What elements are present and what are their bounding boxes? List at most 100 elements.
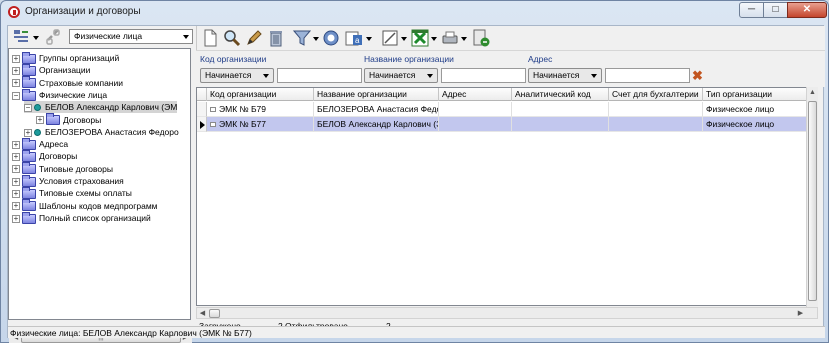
- properties-dropdown-icon[interactable]: [400, 29, 408, 47]
- minimize-button[interactable]: ─: [739, 2, 764, 18]
- tree-item[interactable]: + Типовые схемы оплаты: [12, 187, 132, 200]
- tree-item[interactable]: + Группы организаций: [12, 51, 120, 64]
- tree-item[interactable]: + Договоры: [36, 113, 102, 126]
- tree-item[interactable]: + Страховые компании: [12, 76, 123, 89]
- expand-icon[interactable]: +: [12, 214, 20, 223]
- folder-icon: [22, 187, 36, 200]
- dropdown-arrow-icon[interactable]: [32, 28, 40, 46]
- column-header-org-type[interactable]: Тип организации: [703, 88, 817, 101]
- filter-address-input[interactable]: [605, 68, 690, 83]
- expand-icon[interactable]: +: [12, 202, 20, 211]
- expand-icon[interactable]: +: [36, 116, 44, 125]
- filter-icon[interactable]: [293, 29, 311, 47]
- maximize-button[interactable]: □: [763, 2, 788, 18]
- format-dropdown-icon[interactable]: [365, 29, 373, 47]
- client-area: Физические лица + Группы организаций + Орга…: [7, 25, 825, 343]
- column-header-code[interactable]: Код организации: [207, 88, 314, 101]
- cell-org-type: Физическое лицо: [703, 117, 817, 132]
- table-row[interactable]: ЭМК № Б79 БЕЛОЗЕРОВА Анастасия Федор Физ…: [197, 102, 817, 117]
- column-header-address[interactable]: Адрес: [439, 88, 512, 101]
- filter-name-input[interactable]: [441, 68, 526, 83]
- organizations-grid[interactable]: Код организации Название организации Адр…: [196, 87, 818, 306]
- tree-item[interactable]: + Шаблоны кодов медпрограмм: [12, 199, 158, 212]
- tree-view-icon[interactable]: [12, 28, 30, 46]
- grid-horizontal-thumb[interactable]: [209, 309, 220, 318]
- tree-item[interactable]: + Полный список организаций: [12, 211, 151, 224]
- print-icon[interactable]: [441, 29, 459, 47]
- new-document-icon[interactable]: [201, 29, 219, 47]
- link-icon[interactable]: [44, 28, 62, 46]
- cell-code-text: ЭМК № Б79: [219, 104, 267, 114]
- scroll-left-icon[interactable]: ◀: [197, 309, 208, 319]
- column-header-account[interactable]: Счет для бухгалтерии: [609, 88, 703, 101]
- folder-icon: [22, 150, 36, 163]
- filter-address-mode-select[interactable]: Начинается: [528, 68, 602, 83]
- main-window: Организации и договоры ─ □ ✕ Физические …: [0, 0, 829, 343]
- expand-icon[interactable]: +: [12, 79, 20, 88]
- expand-icon[interactable]: +: [24, 128, 32, 137]
- tree-item[interactable]: − БЕЛОВ Александр Карлович (ЭМ: [24, 101, 178, 114]
- row-indicator[interactable]: [197, 117, 207, 132]
- row-checkbox[interactable]: [210, 107, 216, 113]
- expand-icon[interactable]: +: [12, 177, 20, 186]
- expand-icon[interactable]: +: [12, 67, 20, 76]
- tree-item[interactable]: + Типовые договоры: [12, 162, 113, 175]
- grid-horizontal-scrollbar[interactable]: ◀ ▶: [196, 307, 818, 319]
- expand-icon[interactable]: +: [12, 153, 20, 162]
- tree-item-label: Группы организаций: [39, 53, 120, 63]
- filter-name-mode-select[interactable]: Начинается: [364, 68, 438, 83]
- tree-item-label: Типовые схемы оплаты: [39, 188, 132, 199]
- grid-vertical-thumb[interactable]: [808, 101, 817, 301]
- tree-item[interactable]: + Адреса: [12, 137, 68, 150]
- row-indicator-header: [197, 88, 207, 101]
- cell-code-text: ЭМК № Б77: [219, 119, 267, 129]
- tree-item[interactable]: − Физические лица: [12, 88, 107, 101]
- chevron-down-icon: [263, 74, 269, 78]
- clear-filter-icon[interactable]: ✖: [692, 69, 704, 82]
- grid-vertical-scrollbar[interactable]: ▲ ▼: [806, 87, 818, 319]
- refresh-icon[interactable]: [322, 29, 340, 47]
- column-header-analytic-code[interactable]: Аналитический код: [512, 88, 609, 101]
- close-button[interactable]: ✕: [787, 2, 827, 18]
- column-header-name[interactable]: Название организации: [314, 88, 439, 101]
- tree-item[interactable]: + Договоры: [12, 150, 77, 163]
- expand-icon[interactable]: +: [12, 140, 20, 149]
- table-row[interactable]: ЭМК № Б77 БЕЛОВ Александр Карлович (Э Фи…: [197, 117, 817, 132]
- scroll-right-icon[interactable]: ▶: [795, 309, 806, 319]
- organizations-tree[interactable]: + Группы организаций + Организации + Страховы…: [8, 48, 192, 343]
- tree-item-label: Договоры: [63, 114, 102, 125]
- search-icon[interactable]: [223, 29, 241, 47]
- filter-code-input[interactable]: [277, 68, 362, 83]
- folder-icon: [22, 64, 36, 77]
- text-format-icon[interactable]: a: [345, 29, 363, 47]
- collapse-icon[interactable]: −: [24, 103, 32, 112]
- expand-icon[interactable]: +: [12, 165, 20, 174]
- tree-item[interactable]: + Условия страхования: [12, 174, 124, 187]
- person-type-select[interactable]: Физические лица: [69, 29, 193, 44]
- filter-code-mode-select[interactable]: Начинается: [200, 68, 274, 83]
- tree-item-label: Типовые договоры: [39, 163, 113, 174]
- row-checkbox[interactable]: [210, 122, 216, 128]
- delete-trash-icon[interactable]: [267, 29, 285, 47]
- status-text: Физические лица: БЕЛОВ Александр Карлови…: [10, 328, 252, 338]
- export-dropdown-icon[interactable]: [430, 29, 438, 47]
- print-dropdown-icon[interactable]: [460, 29, 468, 47]
- tree-item-label: Страховые компании: [39, 77, 123, 88]
- edit-pen-icon[interactable]: [245, 29, 263, 47]
- excel-export-icon[interactable]: [411, 29, 429, 47]
- exit-icon[interactable]: [472, 29, 490, 47]
- person-type-value: Физические лица: [74, 31, 143, 41]
- tree-item-label: БЕЛОЗЕРОВА Анастасия Федоро: [45, 126, 179, 137]
- filter-dropdown-icon[interactable]: [312, 29, 320, 47]
- row-indicator[interactable]: [197, 102, 207, 117]
- tree-item[interactable]: + Организации: [12, 64, 90, 77]
- properties-icon[interactable]: [381, 29, 399, 47]
- expand-icon[interactable]: +: [12, 54, 20, 63]
- cell-org-type: Физическое лицо: [703, 102, 817, 117]
- folder-icon: [22, 211, 36, 224]
- tree-item[interactable]: + БЕЛОЗЕРОВА Анастасия Федоро: [24, 126, 179, 138]
- collapse-icon[interactable]: −: [12, 91, 20, 100]
- expand-icon[interactable]: +: [12, 190, 20, 199]
- tree-item-label: БЕЛОВ Александр Карлович (ЭМ: [45, 102, 178, 113]
- scroll-up-icon[interactable]: ▲: [807, 88, 818, 98]
